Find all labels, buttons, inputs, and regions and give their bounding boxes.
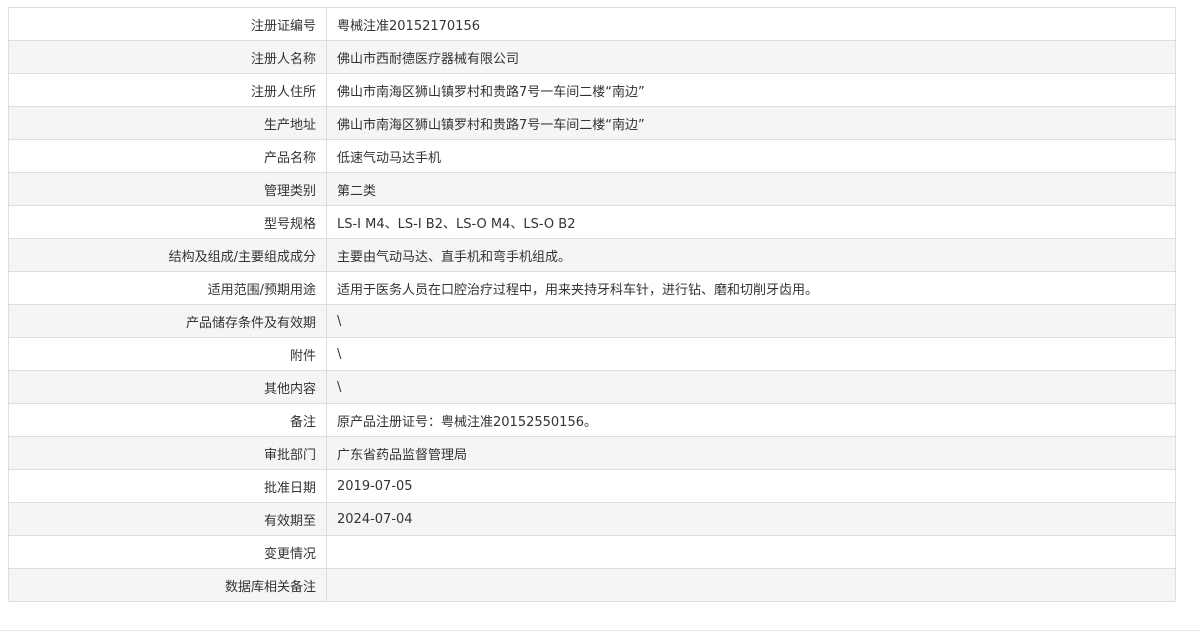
field-value: 主要由气动马达、直手机和弯手机组成。	[326, 238, 1176, 272]
field-value: 2019-07-05	[326, 469, 1176, 503]
field-value	[326, 535, 1176, 569]
field-label: 审批部门	[8, 436, 327, 470]
field-value: \	[326, 304, 1176, 338]
table-row: 型号规格 LS-I M4、LS-I B2、LS-O M4、LS-O B2	[8, 205, 1176, 239]
field-value: 2024-07-04	[326, 502, 1176, 536]
table-row: 数据库相关备注	[8, 568, 1176, 602]
table-row: 变更情况	[8, 535, 1176, 569]
field-label: 结构及组成/主要组成成分	[8, 238, 327, 272]
field-value: 第二类	[326, 172, 1176, 206]
field-label: 其他内容	[8, 370, 327, 404]
table-row: 附件 \	[8, 337, 1176, 371]
field-label: 备注	[8, 403, 327, 437]
table-row: 注册人住所 佛山市南海区狮山镇罗村和贵路7号一车间二楼“南边”	[8, 73, 1176, 107]
field-value: 佛山市南海区狮山镇罗村和贵路7号一车间二楼“南边”	[326, 106, 1176, 140]
field-value: \	[326, 337, 1176, 371]
field-value: 适用于医务人员在口腔治疗过程中，用来夹持牙科车针，进行钻、磨和切削牙齿用。	[326, 271, 1176, 305]
field-label: 数据库相关备注	[8, 568, 327, 602]
table-row: 有效期至 2024-07-04	[8, 502, 1176, 536]
field-label: 产品名称	[8, 139, 327, 173]
table-row: 审批部门 广东省药品监督管理局	[8, 436, 1176, 470]
field-value	[326, 568, 1176, 602]
registration-detail-container: 注册证编号 粤械注准20152170156 注册人名称 佛山市西耐德医疗器械有限…	[8, 7, 1176, 602]
field-label: 适用范围/预期用途	[8, 271, 327, 305]
table-row: 结构及组成/主要组成成分 主要由气动马达、直手机和弯手机组成。	[8, 238, 1176, 272]
field-label: 管理类别	[8, 172, 327, 206]
registration-detail-table: 注册证编号 粤械注准20152170156 注册人名称 佛山市西耐德医疗器械有限…	[8, 7, 1176, 602]
table-row: 其他内容 \	[8, 370, 1176, 404]
table-row: 产品名称 低速气动马达手机	[8, 139, 1176, 173]
field-label: 生产地址	[8, 106, 327, 140]
field-label: 批准日期	[8, 469, 327, 503]
field-value: LS-I M4、LS-I B2、LS-O M4、LS-O B2	[326, 205, 1176, 239]
table-row: 备注 原产品注册证号：粤械注准20152550156。	[8, 403, 1176, 437]
field-value: \	[326, 370, 1176, 404]
field-label: 注册人名称	[8, 40, 327, 74]
table-row: 批准日期 2019-07-05	[8, 469, 1176, 503]
field-label: 注册证编号	[8, 7, 327, 41]
table-row: 生产地址 佛山市南海区狮山镇罗村和贵路7号一车间二楼“南边”	[8, 106, 1176, 140]
field-label: 型号规格	[8, 205, 327, 239]
table-row: 产品储存条件及有效期 \	[8, 304, 1176, 338]
field-value: 广东省药品监督管理局	[326, 436, 1176, 470]
table-row: 适用范围/预期用途 适用于医务人员在口腔治疗过程中，用来夹持牙科车针，进行钻、磨…	[8, 271, 1176, 305]
field-label: 变更情况	[8, 535, 327, 569]
field-value: 粤械注准20152170156	[326, 7, 1176, 41]
field-label: 有效期至	[8, 502, 327, 536]
field-value: 低速气动马达手机	[326, 139, 1176, 173]
field-label: 注册人住所	[8, 73, 327, 107]
table-row: 注册人名称 佛山市西耐德医疗器械有限公司	[8, 40, 1176, 74]
page-bottom-divider	[0, 630, 1200, 631]
field-label: 产品储存条件及有效期	[8, 304, 327, 338]
field-value: 原产品注册证号：粤械注准20152550156。	[326, 403, 1176, 437]
field-value: 佛山市西耐德医疗器械有限公司	[326, 40, 1176, 74]
table-row: 注册证编号 粤械注准20152170156	[8, 7, 1176, 41]
table-row: 管理类别 第二类	[8, 172, 1176, 206]
field-value: 佛山市南海区狮山镇罗村和贵路7号一车间二楼“南边”	[326, 73, 1176, 107]
field-label: 附件	[8, 337, 327, 371]
